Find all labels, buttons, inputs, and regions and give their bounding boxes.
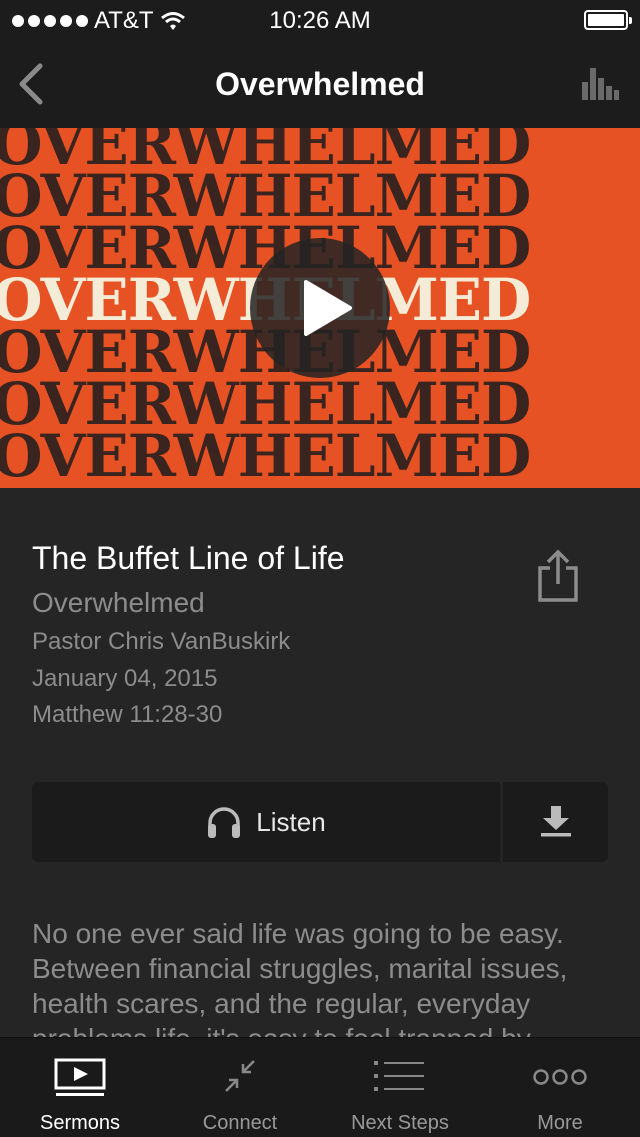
sermon-title: The Buffet Line of Life [32,540,345,576]
download-button[interactable] [503,782,608,862]
scripture-reference: Matthew 11:28-30 [32,701,223,728]
compress-arrows-icon [225,1060,255,1092]
artwork-text-row: OVERWHELMED [0,422,531,488]
play-icon [304,280,352,336]
status-time: 10:26 AM [269,7,371,34]
tab-label: Connect [202,1112,278,1134]
page-title: Overwhelmed [215,66,425,102]
series-name: Overwhelmed [32,587,205,618]
battery-icon [584,10,632,30]
tab-connect[interactable]: Connect [160,1038,320,1137]
listen-button[interactable]: Listen [32,782,500,862]
play-button[interactable] [250,238,390,378]
tab-label: More [537,1112,583,1134]
more-dots-icon [533,1069,587,1085]
tab-label: Sermons [39,1112,121,1134]
tab-sermons[interactable]: Sermons [0,1038,160,1137]
tab-label: Next Steps [351,1112,449,1134]
list-icon [374,1061,424,1091]
video-play-icon [54,1058,106,1096]
bar-chart-icon [582,68,619,100]
status-bar: AT&T 10:26 AM [0,0,640,40]
listen-label: Listen [256,806,326,837]
pastor-name: Pastor Chris VanBuskirk [32,628,291,655]
download-icon [541,806,571,837]
battery-fill [588,14,624,26]
tab-bar: Sermons Connect Next Steps More [0,1037,640,1137]
stats-button[interactable] [580,66,620,102]
series-artwork: OVERWHELMED OVERWHELMED OVERWHELMED OVER… [0,128,640,488]
headphones-icon [208,807,241,838]
sermon-date: January 04, 2015 [32,665,218,692]
navigation-bar: Overwhelmed [0,40,640,128]
sermon-description: No one ever said life was going to be ea… [32,918,568,1040]
share-button[interactable] [532,548,584,604]
tab-more[interactable]: More [480,1038,640,1137]
tab-next-steps[interactable]: Next Steps [320,1038,480,1137]
share-icon [538,549,578,602]
